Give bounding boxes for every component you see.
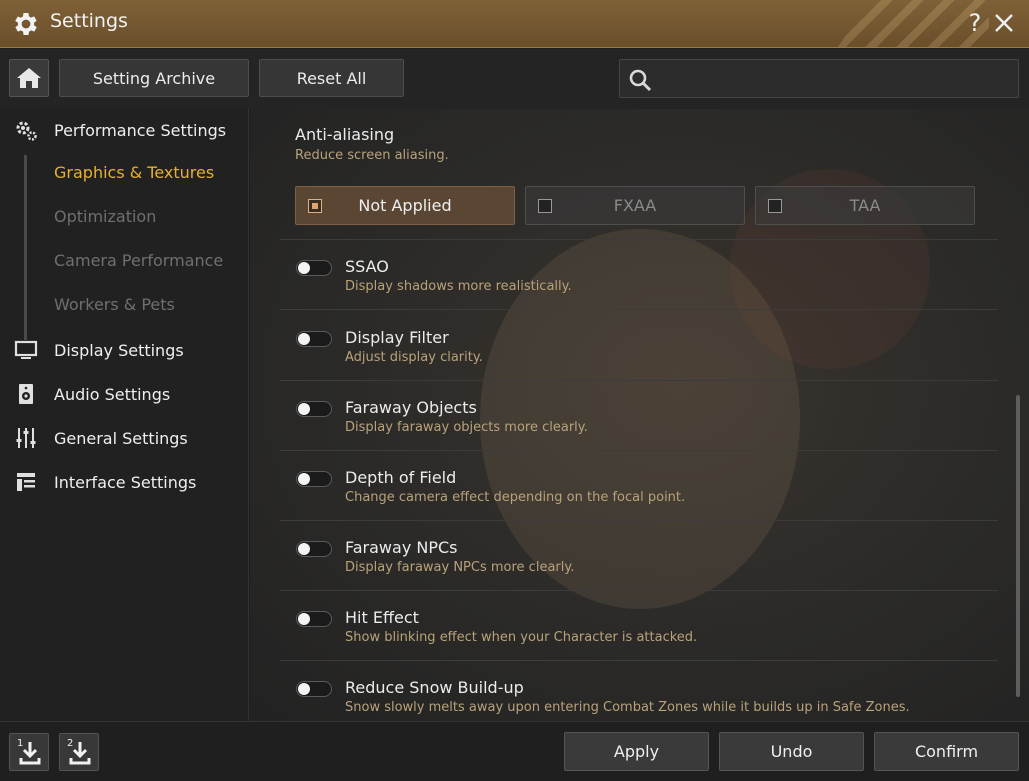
sidebar-item-label: Performance Settings: [54, 120, 227, 140]
antialiasing-option-not-applied[interactable]: Not Applied: [295, 186, 515, 225]
layout-icon: [17, 473, 35, 491]
setting-title: Reduce Snow Build-up: [345, 678, 524, 697]
toolbar: Setting Archive Reset All: [0, 49, 1029, 109]
content-scrollbar[interactable]: [1016, 395, 1020, 697]
setting-description: Change camera effect depending on the fo…: [345, 490, 686, 505]
depth-of-field-toggle[interactable]: [296, 471, 332, 487]
gear-icon: [15, 13, 37, 35]
reduce-snow-buildup-toggle[interactable]: [296, 681, 332, 697]
setting-title: Depth of Field: [345, 468, 457, 487]
setting-title: Display Filter: [345, 328, 449, 347]
option-label: Not Applied: [358, 196, 452, 215]
home-icon: [17, 68, 41, 88]
apply-button[interactable]: Apply: [564, 732, 709, 771]
download-icon: [19, 742, 41, 765]
sidebar-subitem-graphics-textures[interactable]: Graphics & Textures: [54, 163, 214, 187]
save-slot-2-button[interactable]: 2: [59, 733, 99, 771]
row-divider: [280, 450, 998, 451]
sidebar-item-label: Interface Settings: [54, 472, 197, 492]
sidebar-subitem-optimization[interactable]: Optimization: [54, 207, 156, 231]
monitor-icon: [14, 340, 38, 359]
antialiasing-title: Anti-aliasing: [295, 125, 395, 144]
home-button[interactable]: [9, 59, 49, 97]
sidebar: Performance Settings Graphics & Textures…: [0, 109, 249, 721]
antialiasing-description: Reduce screen aliasing.: [295, 148, 449, 163]
checkbox: [768, 199, 782, 213]
sidebar-sub-divider: [24, 155, 27, 340]
download-icon: [69, 742, 91, 765]
checkbox: [308, 199, 322, 213]
help-button[interactable]: ?: [963, 8, 987, 38]
sliders-icon: [16, 428, 36, 448]
setting-description: Display faraway objects more clearly.: [345, 420, 588, 435]
close-icon[interactable]: [992, 11, 1016, 35]
search-box: [619, 59, 1019, 98]
sidebar-item-label: General Settings: [54, 428, 188, 448]
footer: 1 2 Apply Undo Confirm: [0, 721, 1029, 781]
faraway-npcs-toggle[interactable]: [296, 541, 332, 557]
sidebar-subitem-workers-pets[interactable]: Workers & Pets: [54, 295, 175, 319]
setting-description: Display shadows more realistically.: [345, 279, 572, 294]
sidebar-item-audio-settings[interactable]: Audio Settings: [0, 374, 249, 414]
row-divider: [280, 660, 998, 661]
setting-archive-button[interactable]: Setting Archive: [59, 59, 249, 97]
ssao-toggle[interactable]: [296, 260, 332, 276]
setting-title: SSAO: [345, 257, 389, 276]
setting-description: Snow slowly melts away upon entering Com…: [345, 700, 910, 715]
sidebar-subitem-camera-performance[interactable]: Camera Performance: [54, 251, 223, 275]
row-divider: [280, 239, 998, 240]
setting-description: Display faraway NPCs more clearly.: [345, 560, 575, 575]
search-icon: [629, 69, 652, 92]
sidebar-item-general-settings[interactable]: General Settings: [0, 418, 249, 458]
save-slot-1-button[interactable]: 1: [9, 733, 49, 771]
checkbox: [538, 199, 552, 213]
setting-description: Show blinking effect when your Character…: [345, 630, 698, 645]
search-input[interactable]: [660, 64, 1010, 94]
faraway-objects-toggle[interactable]: [296, 401, 332, 417]
row-divider: [280, 520, 998, 521]
row-divider: [280, 590, 998, 591]
row-divider: [280, 309, 998, 310]
option-label: TAA: [849, 196, 881, 215]
reset-all-button[interactable]: Reset All: [259, 59, 404, 97]
setting-title: Faraway Objects: [345, 398, 477, 417]
window-title: Settings: [50, 10, 128, 32]
settings-content: Anti-aliasing Reduce screen aliasing. No…: [250, 109, 1029, 721]
setting-title: Faraway NPCs: [345, 538, 458, 557]
setting-title: Hit Effect: [345, 608, 419, 627]
sidebar-item-display-settings[interactable]: Display Settings: [0, 330, 249, 370]
sidebar-item-label: Audio Settings: [54, 384, 171, 404]
confirm-button[interactable]: Confirm: [874, 732, 1019, 771]
undo-button[interactable]: Undo: [719, 732, 864, 771]
option-label: FXAA: [613, 196, 657, 215]
title-bar: Settings ?: [0, 0, 1029, 48]
sidebar-item-interface-settings[interactable]: Interface Settings: [0, 462, 249, 502]
sidebar-item-label: Display Settings: [54, 340, 184, 360]
gears-icon: [16, 121, 37, 141]
speaker-icon: [19, 384, 33, 404]
sidebar-item-performance-settings[interactable]: Performance Settings: [0, 110, 249, 150]
display-filter-toggle[interactable]: [296, 331, 332, 347]
row-divider: [280, 380, 998, 381]
antialiasing-option-fxaa[interactable]: FXAA: [525, 186, 745, 225]
setting-description: Adjust display clarity.: [345, 350, 483, 365]
hit-effect-toggle[interactable]: [296, 611, 332, 627]
antialiasing-option-taa[interactable]: TAA: [755, 186, 975, 225]
